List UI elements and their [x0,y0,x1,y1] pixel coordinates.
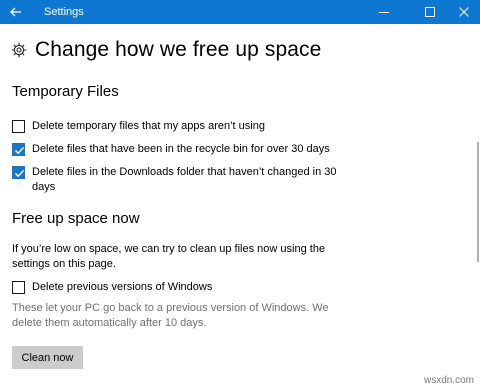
settings-page: Change how we free up space Temporary Fi… [0,24,472,388]
minimize-button[interactable] [368,0,400,24]
checkmark-icon [14,146,25,155]
window-title: Settings [44,6,84,18]
option-label: Delete files in the Downloads folder tha… [32,166,337,193]
back-button[interactable] [0,0,32,24]
checkbox-unchecked[interactable] [12,281,25,294]
free-up-space-heading: Free up space now [12,210,140,227]
watermark: wsxdn.com [423,375,474,386]
vertical-scrollbar[interactable] [472,24,480,388]
close-button[interactable] [448,0,480,24]
checkmark-icon [14,169,25,178]
free-up-description: If you’re low on space, we can try to cl… [12,243,326,270]
option-previous-windows[interactable]: Delete previous versions of Windows [12,280,212,295]
gear-icon [11,42,27,58]
option-temp-app-files[interactable]: Delete temporary files that my apps aren… [12,119,265,134]
maximize-button[interactable] [414,0,446,24]
maximize-icon [425,7,435,17]
page-title: Change how we free up space [35,38,322,61]
checkbox-unchecked[interactable] [12,120,25,133]
title-bar: Settings [0,0,480,24]
page-header: Change how we free up space [11,38,321,62]
option-label: Delete temporary files that my apps aren… [32,120,265,132]
option-recycle-bin[interactable]: Delete files that have been in the recyc… [12,142,330,157]
arrow-left-icon [10,7,21,17]
scrollbar-thumb[interactable] [477,142,479,262]
option-label: Delete previous versions of Windows [32,281,213,293]
close-icon [459,7,469,17]
temporary-files-heading: Temporary Files [12,83,119,100]
checkbox-checked[interactable] [12,143,25,156]
previous-windows-note: These let your PC go back to a previous … [12,302,329,329]
option-label: Delete files that have been in the recyc… [32,143,330,155]
clean-now-button[interactable]: Clean now [12,346,83,369]
checkbox-checked[interactable] [12,166,25,179]
option-downloads-folder[interactable]: Delete files in the Downloads folder tha… [12,165,342,195]
minimize-icon [379,12,389,13]
